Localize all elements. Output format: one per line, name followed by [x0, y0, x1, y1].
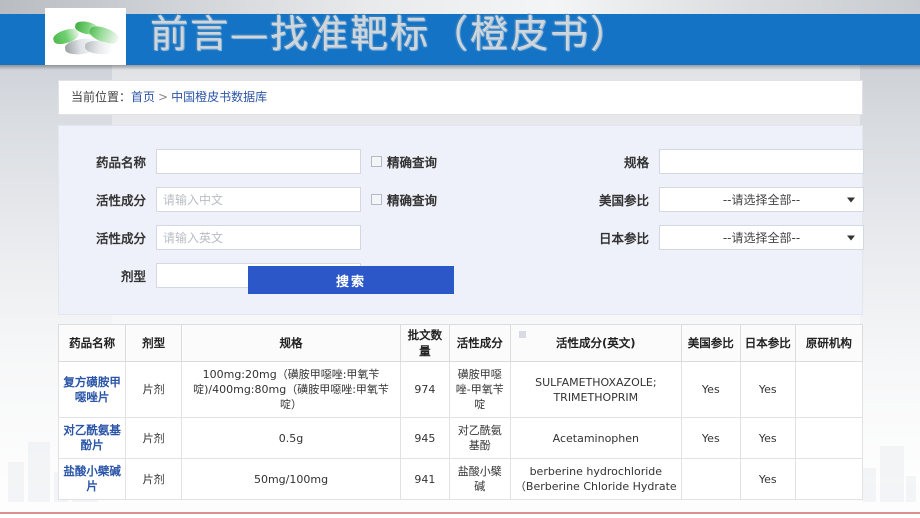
cell-jp-ref: Yes	[739, 417, 796, 459]
results-table: 药品名称 剂型 规格 批文数量 活性成分 活性成分(英文) 美国参比 日本参比 …	[57, 324, 864, 500]
exact-query-label-2: 精确查询	[387, 193, 438, 208]
cell-drug-name: 复方磺胺甲噁唑片	[57, 361, 127, 418]
cell-spec: 50mg/100mg	[181, 458, 401, 500]
cell-spec: 0.5g	[181, 417, 401, 459]
cell-originator	[794, 417, 864, 459]
drug-name-link[interactable]: 盐酸小檗碱片	[63, 464, 121, 493]
th-ingredient-en[interactable]: 活性成分(英文)	[509, 324, 682, 362]
breadcrumb-current-link[interactable]: 中国橙皮书数据库	[171, 90, 267, 104]
cell-drug-name: 对乙酰氨基酚片	[57, 417, 127, 459]
cityscape-watermark-right	[862, 438, 918, 502]
cell-jp-ref: Yes	[739, 458, 796, 500]
form-row-spec: 规格	[587, 149, 864, 174]
cell-approval-count: 974	[399, 361, 450, 418]
chevron-down-icon[interactable]	[847, 197, 855, 202]
results-table-wrap: 药品名称 剂型 规格 批文数量 活性成分 活性成分(英文) 美国参比 日本参比 …	[57, 324, 864, 500]
breadcrumb-home-link[interactable]: 首页	[131, 90, 155, 104]
form-row-us-ref: 美国参比 --请选择全部--	[587, 187, 864, 212]
exact-query-checkbox-1[interactable]: 精确查询	[371, 152, 437, 171]
spec-input[interactable]	[659, 149, 864, 174]
form-row-drug-name: 药品名称 精确查询	[84, 149, 437, 174]
th-spec[interactable]: 规格	[181, 324, 401, 362]
exact-query-checkbox-2[interactable]: 精确查询	[371, 190, 437, 209]
ingredient-cn-label: 活性成分	[95, 193, 146, 208]
us-ref-select[interactable]: --请选择全部--	[659, 187, 864, 212]
exact-query-label-1: 精确查询	[387, 155, 438, 170]
form-row-jp-ref: 日本参比 --请选择全部--	[587, 225, 864, 250]
ingredient-cn-input[interactable]	[156, 187, 361, 212]
th-dosage-form[interactable]: 剂型	[125, 324, 183, 362]
breadcrumb: 当前位置：首页 > 中国橙皮书数据库	[58, 80, 863, 115]
cell-dosage-form: 片剂	[125, 458, 183, 500]
form-row-ingredient-en: 活性成分	[84, 225, 361, 250]
cell-originator	[794, 458, 864, 500]
table-row[interactable]: 复方磺胺甲噁唑片 片剂 100mg:20mg（磺胺甲噁唑:甲氧苄啶)/400mg…	[57, 361, 864, 418]
cell-approval-count: 941	[399, 458, 450, 500]
cell-dosage-form: 片剂	[125, 417, 183, 459]
bottom-margin	[0, 514, 920, 518]
cell-originator	[794, 361, 864, 418]
table-row[interactable]: 盐酸小檗碱片 片剂 50mg/100mg 941 盐酸小檗碱 berberine…	[57, 458, 864, 500]
search-button[interactable]: 搜索	[248, 266, 454, 294]
cell-us-ref: Yes	[680, 417, 741, 459]
checkbox-box-icon[interactable]	[371, 156, 382, 167]
page-title: 前言—找准靶标（橙皮书）	[150, 12, 631, 56]
spec-label: 规格	[623, 155, 649, 170]
cell-spec: 100mg:20mg（磺胺甲噁唑:甲氧苄啶)/400mg:80mg（磺胺甲噁唑:…	[181, 361, 401, 418]
chevron-down-icon[interactable]	[847, 235, 855, 240]
form-row-ingredient-cn: 活性成分 精确查询	[84, 187, 437, 212]
th-approval-count[interactable]: 批文数量	[399, 324, 450, 362]
slide-canvas: 前言—找准靶标（橙皮书） 当前位置：首页 > 中国橙皮书数据库 药品名称 精确查询 …	[0, 0, 920, 518]
drug-name-link[interactable]: 对乙酰氨基酚片	[63, 423, 121, 452]
cell-ingredient-cn: 对乙酰氨基酚	[448, 417, 511, 459]
th-us-ref[interactable]: 美国参比	[680, 324, 741, 362]
drug-name-link[interactable]: 复方磺胺甲噁唑片	[63, 375, 121, 404]
cell-ingredient-en: SULFAMETHOXAZOLE; TRIMETHOPRIM	[509, 361, 682, 418]
table-row[interactable]: 对乙酰氨基酚片 片剂 0.5g 945 对乙酰氨基酚 Acetaminophen…	[57, 417, 864, 459]
content-area: 当前位置：首页 > 中国橙皮书数据库 药品名称 精确查询 规格 活性成分 请输入…	[57, 80, 864, 500]
us-ref-selected-value: --请选择全部--	[722, 193, 801, 207]
cell-approval-count: 945	[399, 417, 450, 459]
th-originator[interactable]: 原研机构	[794, 324, 864, 362]
th-jp-ref[interactable]: 日本参比	[739, 324, 796, 362]
breadcrumb-label: 当前位置：	[71, 90, 132, 104]
cell-ingredient-en: berberine hydrochloride（Berberine Chlori…	[509, 458, 682, 500]
th-ingredient-cn[interactable]: 活性成分	[448, 324, 511, 362]
cell-ingredient-cn: 盐酸小檗碱	[448, 458, 511, 500]
us-ref-label: 美国参比	[598, 193, 649, 208]
cell-ingredient-cn: 磺胺甲噁唑-甲氧苄啶	[448, 361, 511, 418]
cell-us-ref: Yes	[680, 361, 741, 418]
results-table-body: 复方磺胺甲噁唑片 片剂 100mg:20mg（磺胺甲噁唑:甲氧苄啶)/400mg…	[57, 361, 864, 500]
search-form-panel: 药品名称 精确查询 规格 活性成分 精确查询	[58, 125, 864, 315]
cell-ingredient-en: Acetaminophen	[509, 417, 682, 459]
cell-dosage-form: 片剂	[125, 361, 183, 418]
dosage-form-label: 剂型	[120, 269, 146, 284]
stray-artifact-square	[519, 331, 526, 338]
drug-name-input[interactable]	[156, 149, 361, 174]
table-header-row: 药品名称 剂型 规格 批文数量 活性成分 活性成分(英文) 美国参比 日本参比 …	[57, 324, 864, 362]
ingredient-en-input[interactable]	[156, 225, 361, 250]
cell-drug-name: 盐酸小檗碱片	[57, 458, 127, 500]
ingredient-en-label: 活性成分	[95, 231, 146, 246]
checkbox-box-icon[interactable]	[371, 194, 382, 205]
jp-ref-selected-value: --请选择全部--	[722, 231, 801, 245]
jp-ref-select[interactable]: --请选择全部--	[659, 225, 864, 250]
capsules-logo	[45, 8, 126, 65]
header-drop-shadow	[0, 65, 920, 70]
breadcrumb-separator: >	[158, 90, 169, 104]
th-drug-name[interactable]: 药品名称	[57, 324, 127, 362]
cell-us-ref	[680, 458, 741, 500]
jp-ref-label: 日本参比	[598, 231, 649, 246]
slide-right-panel	[860, 14, 920, 484]
drug-name-label: 药品名称	[95, 155, 146, 170]
cell-jp-ref: Yes	[739, 361, 796, 418]
